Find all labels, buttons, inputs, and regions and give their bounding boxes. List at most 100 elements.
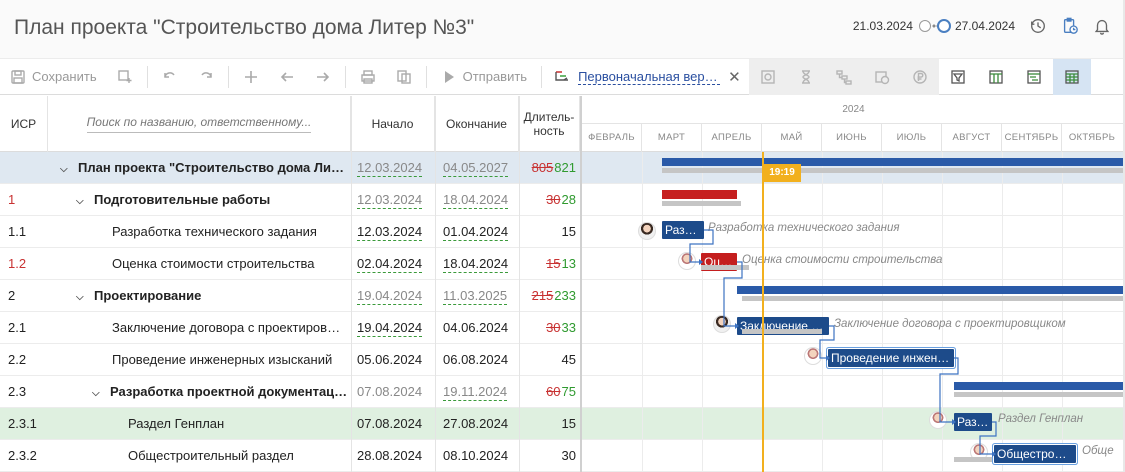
date-from[interactable]: 21.03.2024 bbox=[853, 19, 913, 33]
arrow-left-icon bbox=[280, 71, 293, 82]
chevron-down-icon[interactable]: ⌵ bbox=[92, 378, 104, 407]
table-row[interactable]: 2.3.1 Раздел Генплан 07.08.2024 27.08.20… bbox=[0, 408, 580, 440]
save-button[interactable]: Сохранить bbox=[0, 58, 107, 95]
send-button[interactable]: Отправить bbox=[431, 58, 537, 95]
close-icon[interactable]: ✕ bbox=[728, 68, 741, 86]
center-on-date-button[interactable] bbox=[748, 58, 787, 95]
table-row[interactable]: 2 ⌵ Проектирование 19.04.2024 11.03.2025 … bbox=[0, 280, 580, 312]
row-start[interactable]: 12.03.2024 bbox=[357, 184, 435, 215]
date-to[interactable]: 27.04.2024 bbox=[955, 19, 1015, 33]
row-end[interactable]: 27.08.2024 bbox=[443, 408, 519, 439]
row-name[interactable]: Проведение инженерных изысканий bbox=[48, 344, 348, 375]
row-duration[interactable]: 15 bbox=[519, 408, 576, 439]
filter-button[interactable] bbox=[939, 59, 977, 95]
search-column-header: Поиск по названию, ответственному... bbox=[48, 96, 351, 152]
gantt-chart: 2024 ФЕВРАЛЬ МАРТ АПРЕЛЬ МАЙ ИЮНЬ ИЮЛЬ А… bbox=[582, 96, 1125, 472]
row-name-cell[interactable]: ⌵ Разработка проектной документации bbox=[48, 376, 348, 407]
row-end[interactable]: 06.08.2024 bbox=[443, 344, 519, 375]
row-end[interactable]: 04.06.2024 bbox=[443, 312, 519, 343]
chevron-down-icon[interactable]: ⌵ bbox=[76, 186, 88, 215]
row-name: План проекта "Строительство дома Литер №… bbox=[78, 160, 348, 175]
row-start[interactable]: 05.06.2024 bbox=[357, 344, 435, 375]
row-end[interactable]: 04.05.2027 bbox=[443, 152, 519, 183]
row-duration[interactable]: 215233 bbox=[519, 280, 576, 311]
row-end[interactable]: 18.04.2024 bbox=[443, 248, 519, 279]
table-row[interactable]: 1 ⌵ Подготовительные работы 12.03.2024 18… bbox=[0, 184, 580, 216]
row-duration[interactable]: 45 bbox=[519, 344, 576, 375]
row-name[interactable]: Раздел Генплан bbox=[48, 408, 348, 439]
export-button[interactable] bbox=[386, 58, 422, 95]
hierarchy-button[interactable] bbox=[824, 58, 863, 95]
row-end[interactable]: 19.11.2024 bbox=[443, 376, 519, 407]
row-duration[interactable]: 30 bbox=[519, 440, 576, 471]
indent-button[interactable] bbox=[305, 58, 341, 95]
table-row[interactable]: 2.1 Заключение договора с проектировщико… bbox=[0, 312, 580, 344]
task-grid: ИСР Поиск по названию, ответственному...… bbox=[0, 96, 580, 472]
table-row[interactable]: ⌵ План проекта "Строительство дома Литер … bbox=[0, 152, 580, 184]
table-row[interactable]: 1.2 Оценка стоимости строительства 02.04… bbox=[0, 248, 580, 280]
row-duration[interactable]: 3033 bbox=[519, 312, 576, 343]
row-start[interactable]: 07.08.2024 bbox=[357, 376, 435, 407]
chevron-down-icon[interactable]: ⌵ bbox=[76, 282, 88, 311]
clipboard-clock-icon[interactable] bbox=[1061, 17, 1079, 35]
version-selector[interactable]: Первоначальная версия ✕ bbox=[546, 58, 749, 95]
bell-icon[interactable] bbox=[1093, 17, 1111, 35]
row-isr: 1 bbox=[8, 192, 16, 207]
hourglass-button[interactable] bbox=[786, 58, 825, 95]
toolbar-divider bbox=[344, 65, 346, 88]
date-range[interactable]: 21.03.2024 27.04.2024 bbox=[853, 19, 1015, 33]
history-icon[interactable] bbox=[1029, 17, 1047, 35]
row-duration[interactable]: 805821 bbox=[519, 152, 576, 183]
row-start[interactable]: 19.04.2024 bbox=[357, 280, 435, 311]
print-button[interactable] bbox=[350, 58, 386, 95]
row-name[interactable]: Оценка стоимости строительства bbox=[48, 248, 348, 279]
add-button[interactable] bbox=[233, 58, 269, 95]
row-end[interactable]: 01.04.2024 bbox=[443, 216, 519, 247]
row-duration[interactable]: 6075 bbox=[519, 376, 576, 407]
row-name: Подготовительные работы bbox=[94, 192, 271, 207]
row-end[interactable]: 08.10.2024 bbox=[443, 440, 519, 471]
view-combined-button[interactable] bbox=[1052, 58, 1091, 95]
row-start[interactable]: 02.04.2024 bbox=[357, 248, 435, 279]
column-header-end[interactable]: Окончание bbox=[435, 96, 519, 152]
undo-button[interactable] bbox=[152, 58, 188, 95]
table-row[interactable]: 2.3.2 Общестроительный раздел 28.08.2024… bbox=[0, 440, 580, 472]
row-name-cell[interactable]: ⌵ Проектирование bbox=[48, 280, 348, 311]
row-name-cell[interactable]: ⌵ План проекта "Строительство дома Литер … bbox=[48, 152, 348, 183]
search-input[interactable]: Поиск по названию, ответственному... bbox=[86, 115, 312, 133]
table-row[interactable]: 2.3 ⌵ Разработка проектной документации 0… bbox=[0, 376, 580, 408]
row-duration[interactable]: 1513 bbox=[519, 248, 576, 279]
redo-button[interactable] bbox=[188, 58, 224, 95]
calendar-clock-button[interactable] bbox=[862, 58, 901, 95]
column-header-duration[interactable]: Длитель-ность bbox=[519, 96, 580, 152]
row-end[interactable]: 11.03.2025 bbox=[443, 280, 519, 311]
currency-button[interactable] bbox=[900, 58, 939, 95]
row-start[interactable]: 07.08.2024 bbox=[357, 408, 435, 439]
row-name[interactable]: Общестроительный раздел bbox=[48, 440, 348, 471]
table-row[interactable]: 1.1 Разработка технического задания 12.0… bbox=[0, 216, 580, 248]
row-start[interactable]: 28.08.2024 bbox=[357, 440, 435, 471]
column-header-start[interactable]: Начало bbox=[351, 96, 435, 152]
row-start[interactable]: 19.04.2024 bbox=[357, 312, 435, 343]
version-label[interactable]: Первоначальная версия bbox=[578, 69, 721, 85]
row-duration[interactable]: 3028 bbox=[519, 184, 576, 215]
view-gantt-button[interactable] bbox=[1015, 59, 1053, 95]
table-row[interactable]: 2.2 Проведение инженерных изысканий 05.0… bbox=[0, 344, 580, 376]
view-table-button[interactable] bbox=[977, 59, 1015, 95]
row-duration[interactable]: 15 bbox=[519, 216, 576, 247]
outdent-button[interactable] bbox=[269, 58, 305, 95]
row-name[interactable]: Заключение договора с проектировщиком bbox=[48, 312, 348, 343]
column-divider bbox=[435, 96, 436, 472]
row-start[interactable]: 12.03.2024 bbox=[357, 152, 435, 183]
range-toggle-icon[interactable] bbox=[918, 19, 951, 33]
row-isr: 1.1 bbox=[8, 224, 27, 239]
row-name[interactable]: Разработка технического задания bbox=[48, 216, 348, 247]
column-divider bbox=[519, 96, 520, 472]
row-start[interactable]: 12.03.2024 bbox=[357, 216, 435, 247]
column-header-isr[interactable]: ИСР bbox=[0, 96, 48, 152]
toolbar-divider bbox=[425, 65, 427, 88]
row-end[interactable]: 18.04.2024 bbox=[443, 184, 519, 215]
row-name-cell[interactable]: ⌵ Подготовительные работы bbox=[48, 184, 348, 215]
add-copy-button[interactable] bbox=[107, 58, 143, 95]
chevron-down-icon[interactable]: ⌵ bbox=[60, 154, 72, 183]
